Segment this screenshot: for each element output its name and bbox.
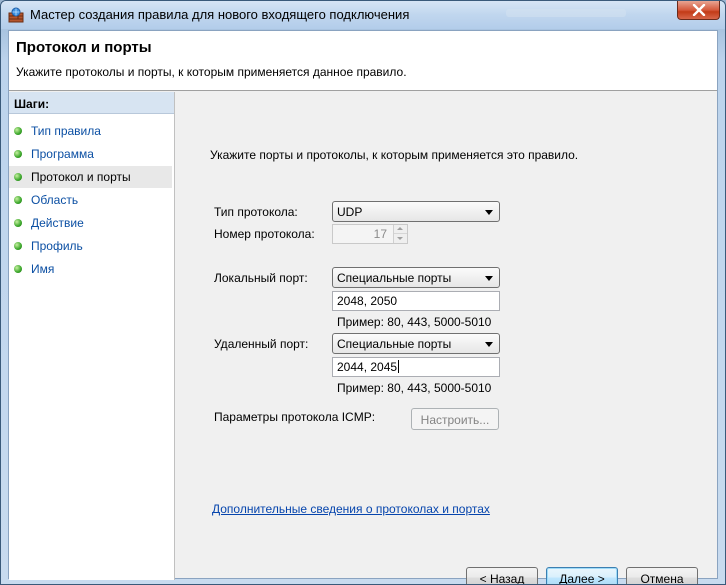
spin-up-icon[interactable] — [394, 225, 407, 234]
cancel-button[interactable]: Отмена — [626, 567, 698, 584]
remote-port-select[interactable]: Специальные порты — [332, 333, 500, 354]
step-protocol-ports[interactable]: Протокол и порты — [9, 166, 172, 188]
text-caret — [398, 360, 400, 373]
step-label: Имя — [31, 262, 55, 276]
page-title: Протокол и порты — [16, 39, 152, 56]
local-port-value: 2048, 2050 — [337, 294, 398, 308]
step-rule-type[interactable]: Тип правила — [9, 120, 172, 142]
chevron-down-icon — [485, 210, 493, 215]
page-subtitle: Укажите протоколы и порты, к которым при… — [16, 65, 407, 79]
step-label: Профиль — [31, 239, 83, 253]
protocol-number-stepper[interactable]: 17 — [332, 224, 408, 244]
local-port-input[interactable]: 2048, 2050 — [332, 291, 500, 311]
step-name[interactable]: Имя — [9, 258, 172, 280]
back-button[interactable]: < Назад — [466, 567, 538, 584]
local-port-example: Пример: 80, 443, 5000-5010 — [337, 315, 492, 329]
step-status-icon — [14, 173, 22, 181]
chevron-down-icon — [485, 276, 493, 281]
remote-port-label: Удаленный порт: — [214, 337, 309, 351]
steps-title: Шаги: — [9, 92, 174, 114]
step-label: Область — [31, 193, 79, 207]
step-action[interactable]: Действие — [9, 212, 172, 234]
remote-port-input[interactable]: 2044, 2045 — [332, 357, 500, 377]
title-bar[interactable]: Мастер создания правила для нового входя… — [1, 1, 725, 29]
spin-down-icon[interactable] — [394, 234, 407, 243]
step-status-icon — [14, 242, 22, 250]
background-blur — [506, 9, 626, 17]
local-port-mode: Специальные порты — [337, 271, 452, 285]
main-content: Укажите порты и протоколы, к которым при… — [176, 92, 719, 584]
wizard-client-area: Протокол и порты Укажите протоколы и пор… — [8, 30, 719, 584]
protocol-type-value: UDP — [337, 205, 363, 219]
instruction-text: Укажите порты и протоколы, к которым при… — [210, 148, 579, 162]
step-status-icon — [14, 127, 22, 135]
protocol-number-value: 17 — [373, 227, 387, 241]
window-title: Мастер создания правила для нового входя… — [30, 7, 410, 22]
step-scope[interactable]: Область — [9, 189, 172, 211]
protocol-number-label: Номер протокола: — [214, 227, 315, 241]
chevron-down-icon — [485, 342, 493, 347]
remote-port-example: Пример: 80, 443, 5000-5010 — [337, 381, 492, 395]
more-info-link[interactable]: Дополнительные сведения о протоколах и п… — [212, 502, 490, 516]
local-port-select[interactable]: Специальные порты — [332, 267, 500, 288]
step-program[interactable]: Программа — [9, 143, 172, 165]
close-button[interactable] — [677, 1, 720, 20]
icmp-configure-button[interactable]: Настроить... — [411, 408, 499, 430]
step-status-icon — [14, 196, 22, 204]
protocol-type-select[interactable]: UDP — [332, 201, 500, 222]
step-status-icon — [14, 265, 22, 273]
spin-buttons — [393, 225, 407, 243]
step-status-icon — [14, 219, 22, 227]
icmp-label: Параметры протокола ICMP: — [214, 410, 376, 424]
step-label: Протокол и порты — [31, 170, 131, 184]
step-label: Тип правила — [31, 124, 101, 138]
next-button[interactable]: Далее > — [546, 567, 618, 584]
protocol-type-label: Тип протокола: — [214, 205, 298, 219]
wizard-window: Мастер создания правила для нового входя… — [0, 0, 726, 585]
step-status-icon — [14, 150, 22, 158]
local-port-label: Локальный порт: — [214, 271, 308, 285]
step-profile[interactable]: Профиль — [9, 235, 172, 257]
remote-port-value: 2044, 2045 — [337, 360, 398, 374]
close-icon — [692, 4, 706, 16]
steps-sidebar: Шаги: Тип правила Программа Протокол и п… — [9, 92, 175, 580]
wizard-header: Протокол и порты Укажите протоколы и пор… — [9, 31, 717, 91]
remote-port-mode: Специальные порты — [337, 337, 452, 351]
step-label: Действие — [31, 216, 84, 230]
firewall-icon — [8, 7, 24, 23]
step-label: Программа — [31, 147, 94, 161]
